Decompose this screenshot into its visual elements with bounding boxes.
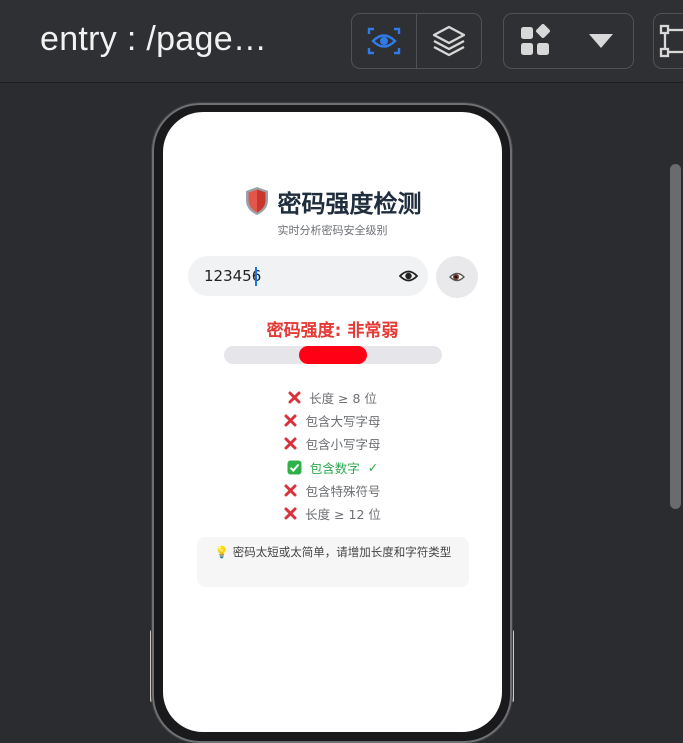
- eye-icon: [367, 26, 401, 56]
- rule-label: 包含大写字母: [305, 411, 380, 430]
- dropdown-button[interactable]: [569, 14, 634, 68]
- rule-item: 包含数字 ✓: [163, 456, 502, 479]
- tip-box: 💡 密码太短或太简单，请增加长度和字符类型: [197, 537, 469, 587]
- components-group: [503, 13, 634, 69]
- rule-item: 长度 ≥ 12 位: [163, 502, 502, 525]
- text-caret: [255, 267, 257, 286]
- eye-icon: [449, 270, 465, 284]
- dropdown-icon: [588, 33, 614, 49]
- cross-icon: [284, 484, 297, 497]
- rule-label: 包含小写字母: [305, 434, 380, 453]
- app-title: 密码强度检测: [163, 184, 502, 219]
- components-button[interactable]: [504, 14, 569, 68]
- cross-icon: [284, 507, 297, 520]
- cross-icon: [288, 391, 301, 404]
- preview-scrollbar[interactable]: [667, 164, 683, 702]
- strength-bar: [224, 346, 442, 364]
- strength-label: 密码强度: 非常弱: [163, 316, 502, 341]
- layers-button[interactable]: [416, 14, 481, 68]
- rule-checklist: 长度 ≥ 8 位包含大写字母包含小写字母包含数字 ✓ 包含特殊符号长度 ≥ 12 位: [163, 386, 502, 525]
- cross-icon: [284, 437, 297, 450]
- select-frame-icon: [659, 24, 683, 58]
- cross-icon: [284, 414, 297, 427]
- frame-group: [653, 13, 683, 69]
- strength-bar-fill: [299, 346, 367, 364]
- rule-item: 包含小写字母: [163, 432, 502, 455]
- rule-label: 包含特殊符号: [305, 481, 380, 500]
- components-icon: [519, 24, 553, 58]
- check-box-icon: [287, 460, 302, 475]
- shield-icon: [244, 186, 270, 216]
- scrollbar-thumb[interactable]: [670, 164, 681, 509]
- rule-item: 包含大写字母: [163, 409, 502, 432]
- inspect-button[interactable]: [352, 14, 416, 68]
- tip-text: 密码太短或太简单，请增加长度和字符类型: [233, 545, 452, 559]
- rule-check-mark: ✓: [368, 460, 378, 475]
- view-mode-group: [351, 13, 482, 69]
- rule-label: 长度 ≥ 8 位: [309, 388, 377, 407]
- preview-toolbar: entry : /page…: [0, 0, 683, 83]
- rule-item: 包含特殊符号: [163, 479, 502, 502]
- page-title: entry : /page…: [40, 20, 267, 59]
- select-frame-button[interactable]: [654, 14, 683, 68]
- app-title-text: 密码强度检测: [278, 190, 422, 218]
- device-screen: 密码强度检测 实时分析密码安全级别 123456 密码强度: 非常弱 长度 ≥ …: [163, 112, 502, 732]
- lightbulb-icon: 💡: [215, 545, 229, 559]
- eye-icon[interactable]: [399, 268, 418, 284]
- layers-icon: [431, 24, 467, 58]
- password-value: 123456: [204, 267, 261, 285]
- visibility-toggle-button[interactable]: [436, 256, 478, 298]
- app-subtitle: 实时分析密码安全级别: [163, 222, 502, 238]
- rule-item: 长度 ≥ 8 位: [163, 386, 502, 409]
- rule-label: 长度 ≥ 12 位: [305, 504, 381, 523]
- rule-label: 包含数字: [310, 458, 360, 477]
- password-input[interactable]: 123456: [188, 256, 428, 296]
